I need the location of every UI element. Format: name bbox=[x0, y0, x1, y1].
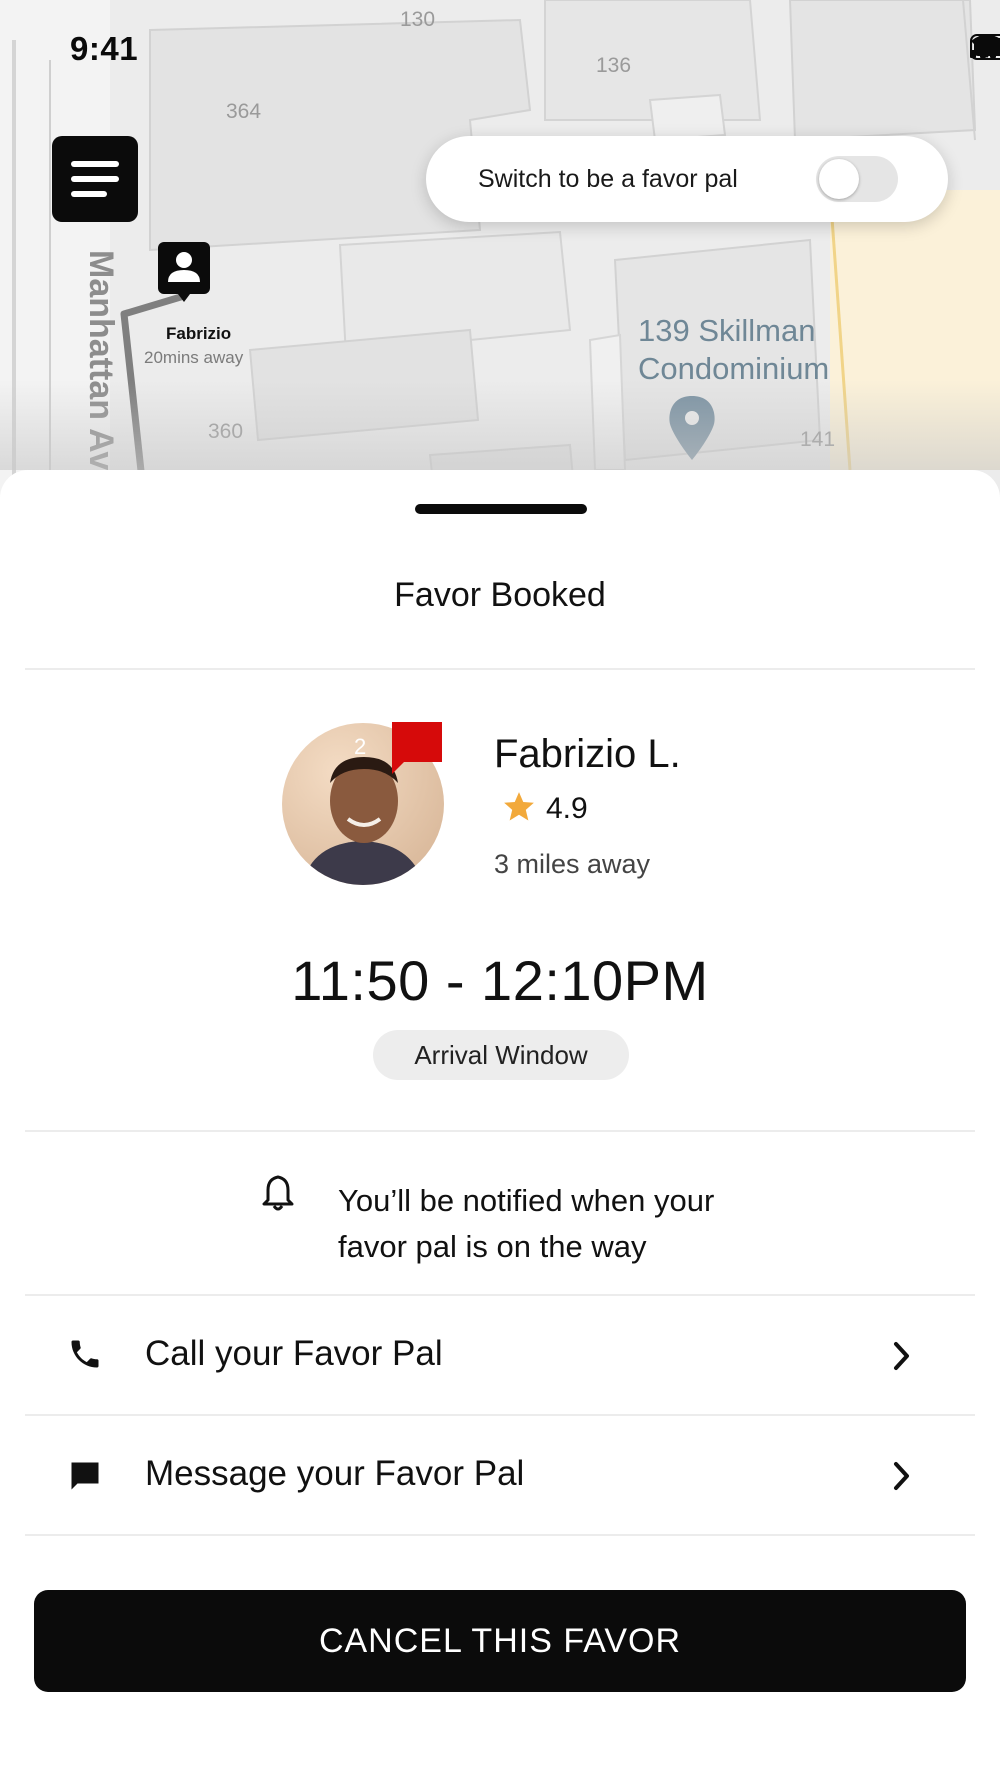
divider bbox=[25, 1534, 975, 1536]
notify-message: You’ll be notified when your favor pal i… bbox=[338, 1183, 715, 1264]
marker-name: Fabrizio bbox=[166, 324, 232, 343]
driver-marker[interactable] bbox=[158, 242, 210, 302]
arrival-time: 11:50 - 12:10PM bbox=[291, 949, 709, 1012]
pal-distance: 3 miles away bbox=[494, 849, 651, 879]
star-icon bbox=[504, 792, 534, 821]
call-favor-pal-label: Call your Favor Pal bbox=[145, 1334, 443, 1373]
divider bbox=[25, 1130, 975, 1132]
divider bbox=[25, 668, 975, 670]
sheet-grabber[interactable] bbox=[415, 504, 587, 514]
favor-pal-toggle-label: Switch to be a favor pal bbox=[478, 165, 738, 193]
bottom-sheet: Favor Booked 2 Fabrizio L. 4.9 3 miles a… bbox=[0, 470, 1000, 1778]
pal-name: Fabrizio L. bbox=[494, 732, 681, 776]
map-fade bbox=[0, 380, 1000, 470]
menu-button[interactable] bbox=[52, 136, 138, 222]
svg-text:364: 364 bbox=[226, 100, 261, 123]
call-favor-pal-row[interactable]: Call your Favor Pal bbox=[25, 1296, 975, 1414]
chevron-right-icon bbox=[894, 1462, 909, 1490]
message-icon bbox=[71, 1462, 99, 1490]
map-view[interactable]: Manhattan Av 130 136 364 360 141 9:41 bbox=[0, 0, 1000, 500]
bell-icon bbox=[262, 1175, 294, 1211]
status-time: 9:41 bbox=[70, 30, 139, 67]
message-badge-icon bbox=[392, 722, 442, 774]
menu-icon bbox=[71, 161, 119, 167]
cancel-favor-button[interactable]: CANCEL THIS FAVOR bbox=[34, 1590, 966, 1692]
sheet-title: Favor Booked bbox=[394, 576, 606, 614]
message-favor-pal-row[interactable]: Message your Favor Pal bbox=[25, 1416, 975, 1534]
poi-label: 139 Skillman Condominium bbox=[638, 313, 830, 386]
favor-pal-toggle-card: Switch to be a favor pal bbox=[426, 136, 948, 222]
favor-pal-switch[interactable] bbox=[816, 156, 898, 202]
phone-icon bbox=[71, 1340, 99, 1368]
battery-icon bbox=[970, 34, 1000, 60]
status-bar: 9:41 bbox=[0, 0, 1000, 100]
message-count: 2 bbox=[354, 734, 367, 759]
pal-rating: 4.9 bbox=[546, 792, 588, 825]
person-icon bbox=[168, 252, 200, 302]
arrival-window-badge: Arrival Window bbox=[373, 1030, 629, 1080]
chevron-right-icon bbox=[894, 1342, 909, 1370]
switch-knob bbox=[819, 159, 859, 199]
message-favor-pal-label: Message your Favor Pal bbox=[145, 1454, 525, 1493]
marker-eta: 20mins away bbox=[144, 348, 244, 367]
